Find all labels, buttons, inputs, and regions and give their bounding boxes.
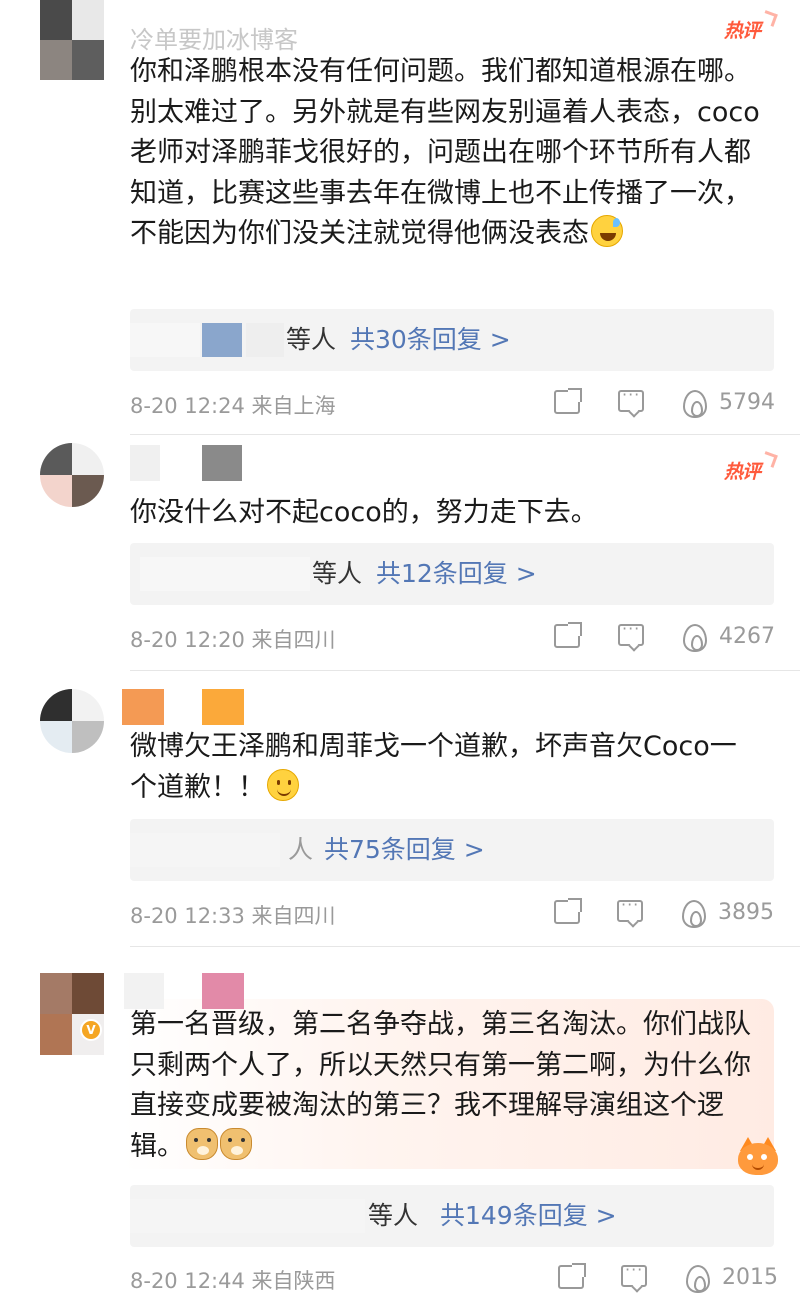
comment-text: 第一名晋级，第二名争夺战，第三名淘汰。你们战队只剩两个人了，所以天然只有第一第二… — [130, 1009, 751, 1162]
reply-preview[interactable]: 等人 共30条回复 > — [130, 309, 774, 371]
avatar[interactable] — [40, 973, 104, 1055]
comment-meta: 8-20 12:44 来自陕西 2015 — [130, 1260, 778, 1295]
comment-icon[interactable] — [621, 1260, 647, 1287]
share-icon[interactable] — [558, 1263, 586, 1289]
comment-icon[interactable] — [617, 895, 643, 922]
timestamp-location: 8-20 12:20 来自四川 — [130, 628, 336, 652]
like-count: 4267 — [719, 624, 775, 649]
reply-count-link[interactable]: 共30条回复 > — [350, 309, 511, 371]
avatar[interactable] — [40, 0, 104, 80]
username[interactable]: 冷单要加冰博客 — [130, 14, 430, 54]
timestamp-location: 8-20 12:44 来自陕西 — [130, 1269, 336, 1293]
share-icon[interactable] — [554, 388, 582, 414]
reply-count-link[interactable]: 共12条回复 > — [376, 543, 537, 605]
fire-like-icon[interactable] — [683, 624, 707, 652]
comment-text: 你没什么对不起coco的，努力走下去。 — [130, 497, 598, 528]
like-count: 3895 — [718, 900, 774, 925]
reply-preview[interactable]: 等人 共149条回复 > — [130, 1185, 774, 1247]
comment-1: 冷单要加冰博客 热评 你和泽鹏根本没有任何问题。我们都知道根源在哪。别太难过了。… — [0, 0, 800, 434]
reply-count-link[interactable]: 共149条回复 > — [440, 1185, 617, 1247]
like-count: 5794 — [719, 390, 775, 415]
doge-icon — [220, 1127, 252, 1160]
like-count: 2015 — [722, 1265, 778, 1290]
reply-count-link[interactable]: 共75条回复 > — [324, 819, 485, 881]
fire-like-icon[interactable] — [682, 900, 706, 928]
comment-meta: 8-20 12:24 来自上海 5794 — [130, 385, 775, 420]
comment-2: 热评 你没什么对不起coco的，努力走下去。 等人 共12条回复 > 8-20 … — [0, 435, 800, 670]
cat-sticker-icon — [732, 1135, 782, 1179]
fire-like-icon[interactable] — [683, 390, 707, 418]
verified-badge-icon: V — [80, 1019, 102, 1041]
timestamp-location: 8-20 12:33 来自四川 — [130, 904, 336, 928]
share-icon[interactable] — [554, 898, 582, 924]
username[interactable] — [124, 973, 290, 1009]
fire-like-icon[interactable] — [686, 1265, 710, 1293]
comment-icon[interactable] — [618, 619, 644, 646]
reply-preview[interactable]: 等人 共12条回复 > — [130, 543, 774, 605]
comment-3: 微博欠王泽鹏和周菲戈一个道歉，坏声音欠Coco一个道歉！！ 人 共75条回复 >… — [0, 671, 800, 946]
comment-4: V 第一名晋级，第二名争夺战，第三名淘汰。你们战队只剩两个人了，所以天然只有第一… — [0, 947, 800, 1298]
avatar[interactable] — [40, 443, 104, 507]
timestamp-location: 8-20 12:24 来自上海 — [130, 394, 336, 418]
hot-comment-badge: 热评 — [724, 16, 770, 46]
share-icon[interactable] — [554, 622, 582, 648]
doge-icon — [186, 1127, 218, 1160]
sweat-smile-icon — [591, 215, 623, 247]
comment-icon[interactable] — [618, 385, 644, 412]
avatar[interactable] — [40, 689, 104, 753]
username[interactable] — [130, 445, 270, 481]
comment-text: 微博欠王泽鹏和周菲戈一个道歉，坏声音欠Coco一个道歉！！ — [130, 731, 737, 803]
username[interactable] — [122, 689, 270, 725]
smile-icon — [267, 768, 299, 801]
comment-meta: 8-20 12:20 来自四川 4267 — [130, 619, 775, 654]
comment-text: 你和泽鹏根本没有任何问题。我们都知道根源在哪。别太难过了。另外就是有些网友别逼着… — [130, 56, 760, 249]
reply-preview[interactable]: 人 共75条回复 > — [130, 819, 774, 881]
hot-comment-badge: 热评 — [724, 457, 770, 487]
comment-meta: 8-20 12:33 来自四川 3895 — [130, 895, 774, 930]
